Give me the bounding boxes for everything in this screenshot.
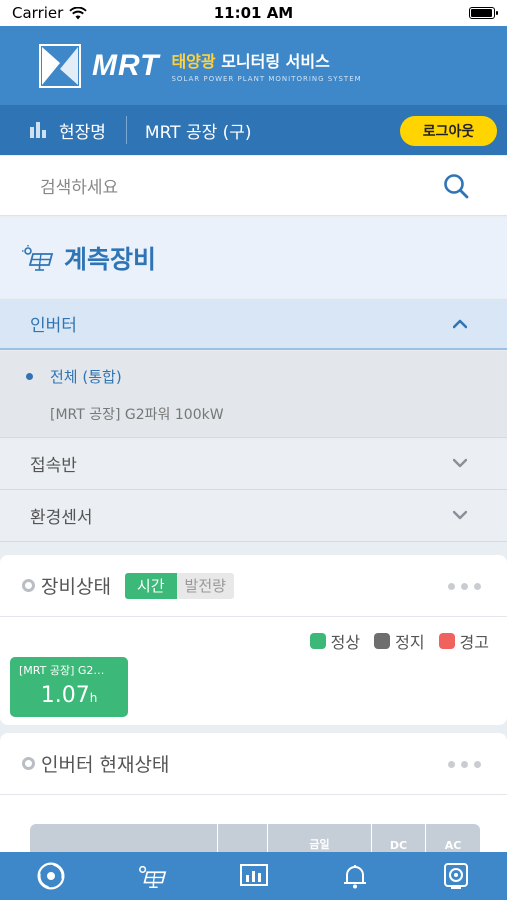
equipment-section-title: 계측장비 (0, 218, 507, 298)
app-header: MRT 태양광 모니터링 서비스 SOLAR POWER PLANT MONIT… (0, 26, 507, 105)
table-col-header: 금일 (268, 824, 372, 854)
table-col-header (30, 824, 218, 854)
brand-logo-text: MRT (92, 48, 160, 82)
accordion-inverter-label: 인버터 (30, 316, 77, 336)
tile-name: [MRT 공장] G2… (19, 664, 105, 677)
chevron-down-icon[interactable] (453, 508, 467, 522)
battery-icon (469, 7, 498, 19)
inverter-list: 전체 (통합) [MRT 공장] G2파워 100kW (0, 351, 507, 437)
service-name: 모니터링 서비스 (215, 52, 330, 71)
toggle-generation[interactable]: 발전량 (176, 572, 234, 599)
service-english: SOLAR POWER PLANT MONITORING SYSTEM (171, 75, 362, 83)
search-bar[interactable]: 검색하세요 (0, 156, 507, 216)
battery-fill (471, 9, 492, 17)
equipment-icon[interactable] (137, 863, 167, 889)
tab-alarm[interactable] (304, 852, 405, 900)
service-highlight: 태양광 (171, 52, 216, 71)
report-icon[interactable] (239, 863, 269, 889)
table-col-header: DC (372, 824, 426, 854)
accordion-junction-box[interactable]: 접속반 (0, 437, 507, 489)
status-legend: 정상 정지 경고 (309, 629, 489, 653)
table-col-header: AC (444, 839, 462, 852)
legend-swatch (438, 633, 455, 649)
ring-icon (22, 757, 35, 770)
carrier-info: Carrier (12, 4, 88, 22)
chevron-down-icon[interactable] (453, 456, 467, 470)
more-icon[interactable] (448, 761, 481, 768)
list-item-all-integrated[interactable]: 전체 (통합) (26, 366, 122, 387)
mode-toggle: 시간 발전량 (124, 572, 234, 599)
equipment-status-card: 장비상태 시간 발전량 정상 정지 경고 [MRT 공장] G2… 1.07h (0, 555, 507, 725)
equipment-status-tile[interactable]: [MRT 공장] G2… 1.07h (10, 657, 128, 717)
solar-panel-icon (22, 245, 54, 271)
selected-dot (26, 373, 33, 380)
list-item-g2-power[interactable]: [MRT 공장] G2파워 100kW (50, 404, 224, 424)
search-input[interactable]: 검색하세요 (40, 173, 118, 198)
divider (125, 116, 127, 144)
wifi-icon (69, 6, 88, 19)
accordion-inverter[interactable]: 인버터 (0, 299, 507, 350)
legend-normal: 정상 (309, 629, 360, 653)
legend-stopped: 정지 (374, 629, 425, 653)
service-title: 태양광 모니터링 서비스 SOLAR POWER PLANT MONITORIN… (171, 48, 361, 83)
chevron-up-icon[interactable] (453, 317, 467, 331)
equipment-title-label: 계측장비 (64, 245, 157, 274)
more-icon[interactable] (448, 583, 481, 590)
tab-equipment[interactable] (101, 852, 202, 900)
accordion-env-sensor[interactable]: 환경센서 (0, 489, 507, 542)
dashboard-icon[interactable] (36, 861, 66, 891)
status-bar: Carrier 11:01 AM (0, 0, 507, 26)
tab-report[interactable] (203, 852, 304, 900)
legend-swatch (374, 633, 391, 649)
site-selector[interactable]: MRT 공장 (구) (145, 118, 252, 143)
carrier-name: Carrier (12, 4, 64, 22)
bottom-tab-bar (0, 852, 507, 900)
alarm-icon[interactable] (341, 862, 369, 890)
card-header: 장비상태 시간 발전량 (0, 555, 507, 617)
card-title: 인버터 현재상태 (41, 754, 170, 776)
tile-value: 1.07h (40, 683, 98, 708)
settings-icon[interactable] (442, 862, 470, 890)
site-label: 현장명 (59, 122, 106, 143)
tab-settings[interactable] (406, 852, 507, 900)
inverter-table-header: 금일 DC AC (30, 824, 480, 854)
legend-warning: 경고 (438, 629, 489, 653)
search-icon[interactable] (443, 173, 469, 199)
legend-swatch (309, 633, 326, 649)
ring-icon (22, 579, 35, 592)
bar-chart-icon (30, 122, 46, 138)
table-col-header (218, 824, 268, 854)
toggle-time[interactable]: 시간 (124, 572, 177, 599)
tab-dashboard[interactable] (0, 852, 101, 900)
logout-button[interactable]: 로그아웃 (400, 116, 497, 146)
mrt-logo-icon (39, 43, 81, 88)
card-header: 인버터 현재상태 (0, 733, 507, 795)
card-title: 장비상태 (41, 576, 111, 598)
site-bar: 현장명 MRT 공장 (구) 로그아웃 (0, 105, 507, 155)
